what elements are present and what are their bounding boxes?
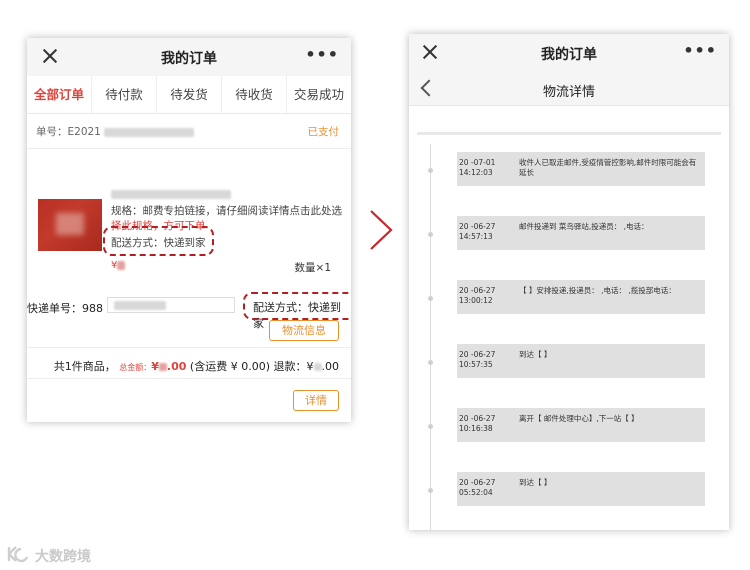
- highlight-box-2: [243, 292, 351, 320]
- event-date: 20 -06-27: [459, 350, 496, 359]
- product-thumbnail[interactable]: [38, 199, 102, 251]
- timeline-dot: [428, 360, 433, 365]
- watermark-text: 大数跨境: [35, 549, 91, 565]
- total-suffix: .00: [166, 360, 187, 373]
- divider: [27, 148, 351, 149]
- event-text: 收件人已取走邮件,受疫情管控影响,邮件时限可能会有延长: [519, 158, 697, 177]
- tracking-number-field: [107, 297, 235, 313]
- order-status-badge: 已支付: [307, 126, 340, 138]
- event-time: 14:57:13: [459, 232, 493, 241]
- order-tabs: 全部订单 待付款 待发货 待收货 交易成功: [27, 76, 351, 114]
- logistics-event: 20 -06-27 13:00:12 【 】安排投递,投递员： ,电话： ,揽投…: [457, 280, 705, 314]
- tab-pending-payment[interactable]: 待付款: [92, 76, 157, 113]
- event-text: 到达【 】: [519, 478, 552, 487]
- highlight-box: [103, 226, 214, 256]
- timeline-dot: [428, 296, 433, 301]
- tab-all-orders[interactable]: 全部订单: [27, 76, 92, 113]
- order-number: 单号：E2021: [36, 124, 195, 139]
- event-datetime: 20 -07-01 14:12:03: [459, 158, 515, 178]
- divider: [417, 132, 721, 135]
- tab-completed[interactable]: 交易成功: [287, 76, 351, 113]
- event-text: 到达【 】: [519, 350, 552, 359]
- blurred-price: [117, 260, 126, 270]
- event-date: 20 -06-27: [459, 286, 496, 295]
- timeline-dot: [428, 424, 433, 429]
- more-icon[interactable]: •••: [683, 43, 717, 59]
- timeline-dot: [428, 168, 433, 173]
- more-icon[interactable]: •••: [305, 47, 339, 63]
- total-amount: ¥ .00: [151, 360, 186, 373]
- logistics-event: 20 -06-27 05:52:04 到达【 】: [457, 472, 705, 506]
- blurred-product-name: [111, 190, 231, 199]
- order-list-screen: 我的订单 ••• 全部订单 待付款 待发货 待收货 交易成功 单号：E2021 …: [27, 38, 351, 422]
- event-date: 20 -06-27: [459, 414, 496, 423]
- product-price: ¥: [111, 260, 126, 271]
- event-text: 【 】安排投递,投递员： ,电话： ,揽投部电话：: [519, 286, 676, 295]
- shipping-fee: (含运费 ¥ 0.00): [189, 360, 270, 373]
- top-bar: 我的订单 •••: [409, 34, 729, 72]
- blurred-refund: [313, 363, 322, 371]
- event-datetime: 20 -06-27 05:52:04: [459, 478, 515, 498]
- event-datetime: 20 -06-27 10:16:38: [459, 414, 515, 434]
- sub-header: 物流详情: [409, 72, 729, 106]
- divider: [27, 347, 351, 348]
- event-datetime: 20 -06-27 13:00:12: [459, 286, 515, 306]
- refund-label: 退款：¥: [273, 360, 314, 373]
- logistics-event: 20 -06-27 14:57:13 邮件投递到 菜鸟驿站,投递员： ,电话：: [457, 216, 705, 250]
- spec-line-1: 规格：邮费专拍链接，请仔细阅读详情点击此处选: [111, 205, 342, 217]
- event-datetime: 20 -06-27 10:57:35: [459, 350, 515, 370]
- divider: [27, 378, 351, 379]
- refund-amount: 退款：¥ .00: [274, 360, 340, 373]
- event-time: 14:12:03: [459, 168, 493, 177]
- brand-logo-icon: [7, 546, 29, 563]
- timeline-dot: [428, 232, 433, 237]
- event-date: 20 -06-27: [459, 222, 496, 231]
- event-time: 10:57:35: [459, 360, 493, 369]
- details-button[interactable]: 详情: [293, 390, 339, 411]
- event-time: 10:16:38: [459, 424, 493, 433]
- logistics-event: 20 -06-27 10:57:35 到达【 】: [457, 344, 705, 378]
- logistics-event: 20 -06-27 10:16:38 离开【 邮件处理中心】,下一站【 】: [457, 408, 705, 442]
- page-title: 我的订单: [541, 47, 597, 63]
- logistics-title: 物流详情: [542, 85, 595, 100]
- tab-pending-shipment[interactable]: 待发货: [157, 76, 222, 113]
- blurred-tracking-number: [114, 301, 166, 310]
- event-datetime: 20 -06-27 14:57:13: [459, 222, 515, 242]
- event-date: 20 -07-01: [459, 158, 496, 167]
- quantity: 数量×1: [294, 262, 331, 274]
- logistics-event: 20 -07-01 14:12:03 收件人已取走邮件,受疫情管控影响,邮件时限…: [457, 152, 705, 186]
- blurred-order-number: [104, 127, 195, 137]
- top-bar: 我的订单 •••: [27, 38, 351, 76]
- order-summary: 共1件商品， 总金额：¥ .00 (含运费 ¥ 0.00) 退款：¥ .00: [54, 358, 339, 374]
- event-text: 邮件投递到 菜鸟驿站,投递员： ,电话：: [519, 222, 649, 231]
- logistics-info-button[interactable]: 物流信息: [269, 320, 339, 341]
- logistics-detail-screen: 我的订单 ••• 物流详情 20 -07-01 14:12:03 收件人已取走邮…: [409, 34, 729, 530]
- blurred-total: [158, 363, 167, 371]
- total-prefix: ¥: [151, 360, 159, 373]
- item-count: 共1件商品，: [53, 360, 116, 373]
- tab-pending-receipt[interactable]: 待收货: [222, 76, 287, 113]
- timeline-dot: [428, 488, 433, 493]
- event-text: 离开【 邮件处理中心】,下一站【 】: [519, 414, 639, 423]
- refund-suffix: .00: [321, 360, 340, 373]
- chevron-right-icon: [370, 210, 393, 250]
- event-time: 05:52:04: [459, 488, 493, 497]
- order-number-text: 单号：E2021: [36, 126, 101, 138]
- event-time: 13:00:12: [459, 296, 493, 305]
- tracking-label: 快递单号：988: [27, 302, 103, 315]
- event-date: 20 -06-27: [459, 478, 496, 487]
- total-label: 总金额：: [119, 363, 152, 372]
- tracking-number: 快递单号：988: [27, 300, 103, 316]
- page-title: 我的订单: [161, 51, 217, 67]
- timeline-line: [430, 144, 431, 530]
